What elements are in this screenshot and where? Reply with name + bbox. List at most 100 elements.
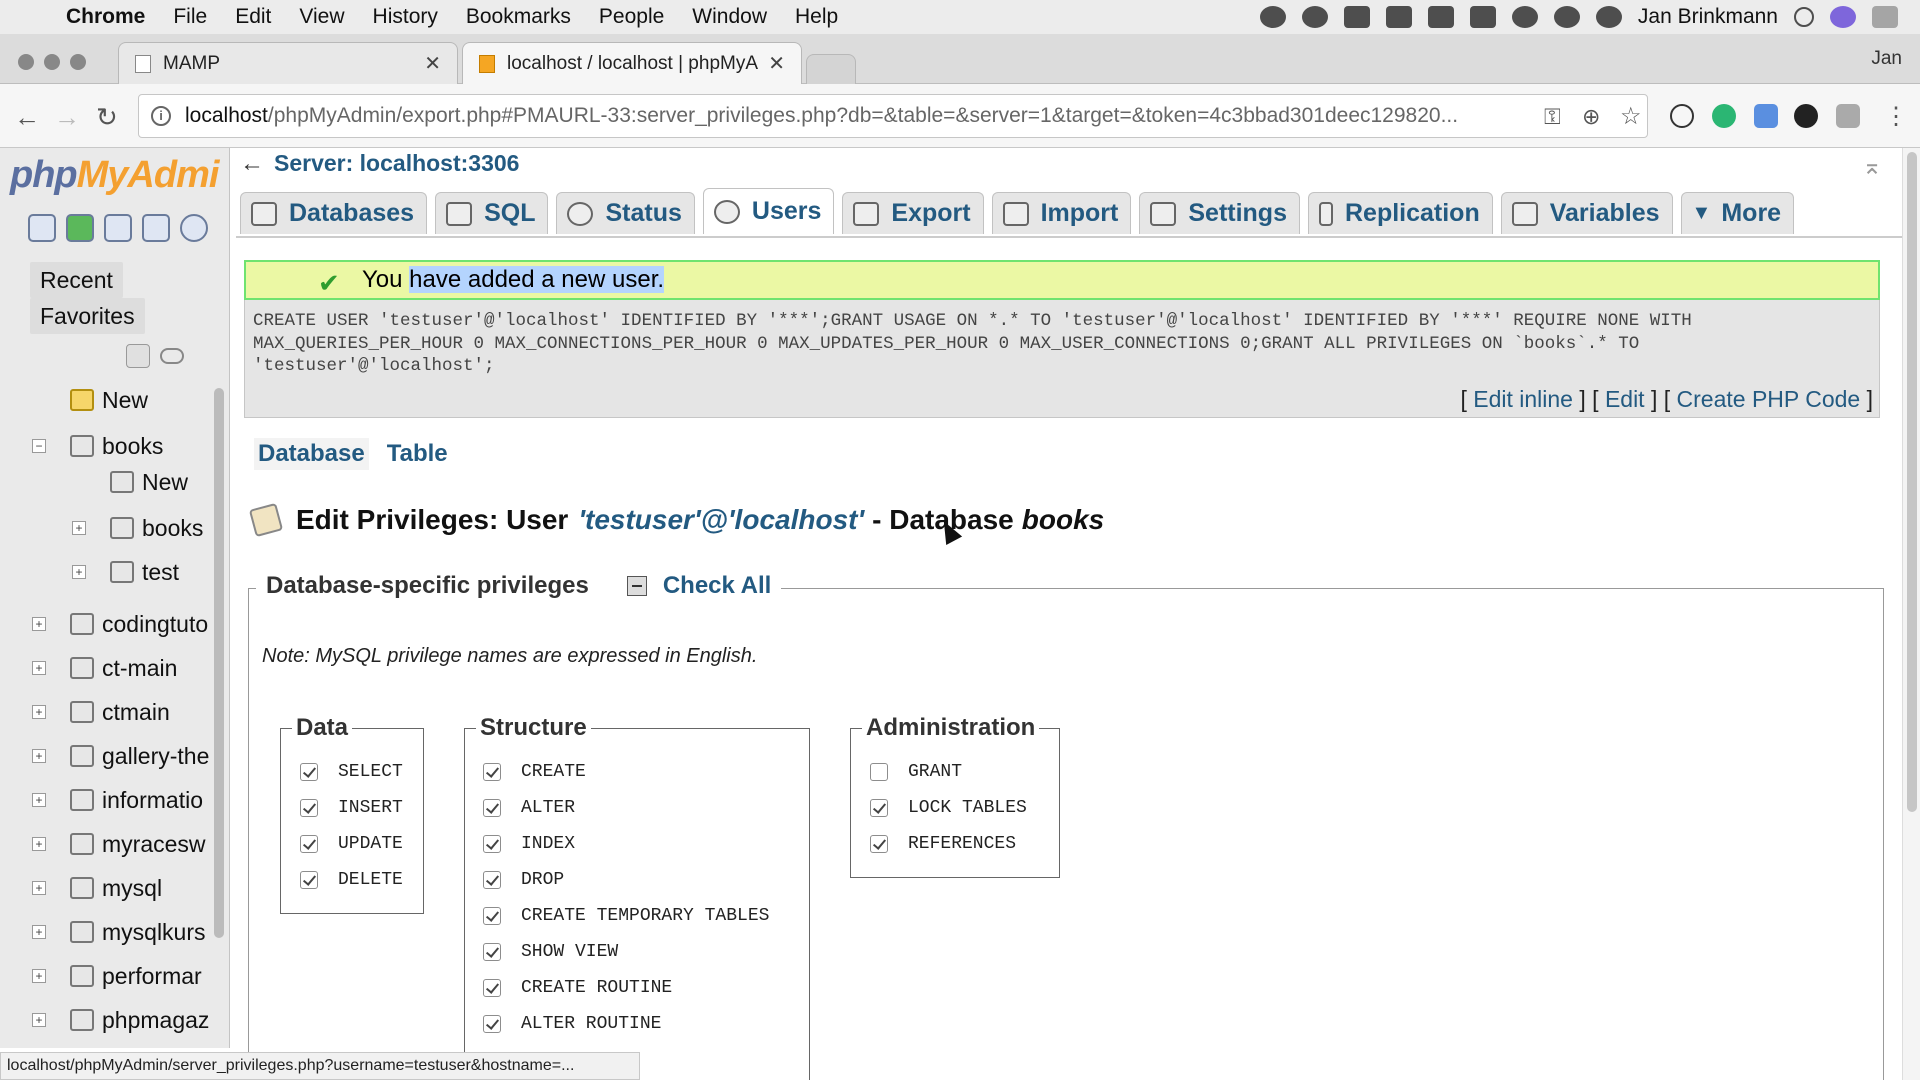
expand-icon[interactable]: + [32,969,46,983]
check-all-checkbox[interactable] [626,576,647,596]
tree-item-books[interactable]: − books [0,428,214,464]
tab-users[interactable]: Users [702,188,835,234]
privilege-create-temporary-tables[interactable]: CREATE TEMPORARY TABLES [483,906,769,926]
tree-item-new[interactable]: New [0,382,214,418]
calendar-icon[interactable] [1385,6,1412,28]
privilege-index[interactable]: INDEX [483,834,575,854]
help-icon[interactable] [104,214,132,242]
tab-settings[interactable]: Settings [1139,192,1300,234]
privilege-update[interactable]: UPDATE [300,834,403,854]
tree-item-ct-main[interactable]: + ct-main [0,650,214,686]
leaf-icon[interactable] [1511,6,1538,28]
reload-navigation-icon[interactable] [180,214,208,242]
main-scrollbar[interactable] [1902,148,1920,1080]
dropbox-icon[interactable] [1343,6,1370,28]
browser-tab-phpmyadmin[interactable]: localhost / localhost | phpMyAd ✕ [462,42,802,84]
menu-window[interactable]: Window [692,5,767,29]
privilege-create-routine[interactable]: CREATE ROUTINE [483,978,672,998]
privilege-checkbox[interactable] [870,763,888,781]
privilege-checkbox[interactable] [870,799,888,817]
phpmyadmin-logo[interactable]: phpMyAdmi [10,154,219,197]
collapse-icon[interactable]: − [32,439,46,453]
extension-m-icon[interactable] [1712,104,1736,128]
messages-icon[interactable] [1553,6,1580,28]
privilege-select[interactable]: SELECT [300,762,403,782]
tree-item-ctmain[interactable]: + ctmain [0,694,214,730]
privilege-checkbox[interactable] [483,871,501,889]
privilege-checkbox[interactable] [483,979,501,997]
tab-more[interactable]: ▼ More [1680,192,1795,234]
window-zoom-button[interactable] [70,54,86,70]
info-icon[interactable]: i [151,106,171,126]
expand-icon[interactable]: + [32,617,46,631]
sidebar-favorites[interactable]: Favorites [30,298,145,334]
back-arrow-icon[interactable]: ← [240,150,264,178]
home-icon[interactable] [28,214,56,242]
tree-item-codingtuto[interactable]: + codingtuto [0,606,214,642]
menu-user-name[interactable]: Jan Brinkmann [1638,5,1778,29]
expand-icon[interactable]: + [32,793,46,807]
expand-icon[interactable]: + [32,1013,46,1027]
collapse-top-icon[interactable]: ⌅ [1862,152,1882,181]
tree-item-phpmagaz[interactable]: + phpmagaz [0,1002,214,1038]
tree-item-information[interactable]: + informatio [0,782,214,818]
expand-icon[interactable]: + [32,661,46,675]
reload-icon[interactable]: ↻ [96,102,118,133]
zoom-icon[interactable]: ⊕ [1582,104,1600,130]
1password-icon[interactable] [1301,6,1328,28]
forward-arrow-icon[interactable]: → [54,102,80,133]
sidebar-recent[interactable]: Recent [30,262,123,298]
menu-history[interactable]: History [373,5,438,29]
privilege-show-view[interactable]: SHOW VIEW [483,942,618,962]
privilege-checkbox[interactable] [300,799,318,817]
menu-app-name[interactable]: Chrome [66,5,145,29]
privilege-checkbox[interactable] [483,1015,501,1033]
privilege-create[interactable]: CREATE [483,762,586,782]
tab-status[interactable]: Status [556,192,695,234]
server-breadcrumb[interactable]: Server: localhost:3306 [274,150,519,177]
expand-icon[interactable]: + [72,565,86,579]
edit-inline-link[interactable]: Edit inline [1473,386,1573,412]
profile-label[interactable]: Jan [1871,48,1902,70]
privilege-delete[interactable]: DELETE [300,870,403,890]
window-close-button[interactable] [18,54,34,70]
collapse-all-icon[interactable] [126,344,150,368]
tree-item-performance[interactable]: + performar [0,958,214,994]
siri-icon[interactable] [1830,6,1856,28]
privilege-checkbox[interactable] [483,943,501,961]
bookmark-star-icon[interactable]: ☆ [1620,102,1642,131]
privilege-checkbox[interactable] [483,763,501,781]
tree-item-mysql[interactable]: + mysql [0,870,214,906]
heading-user-link[interactable]: 'testuser'@'localhost' [578,504,864,536]
create-php-code-link[interactable]: Create PHP Code [1677,386,1861,412]
privilege-lock-tables[interactable]: LOCK TABLES [870,798,1027,818]
1password-extension-icon[interactable] [1670,104,1694,128]
tab-variables[interactable]: Variables [1500,192,1673,234]
expand-icon[interactable]: + [32,925,46,939]
extension-translate-icon[interactable] [1754,104,1778,128]
extension-devtools-icon[interactable] [1836,104,1860,128]
menu-view[interactable]: View [299,5,344,29]
new-tab-button[interactable] [806,54,856,84]
privilege-alter-routine[interactable]: ALTER ROUTINE [483,1014,661,1034]
tab-import[interactable]: Import [991,192,1132,234]
subnav-table[interactable]: Table [383,438,452,470]
privilege-checkbox[interactable] [483,907,501,925]
menu-help[interactable]: Help [795,5,838,29]
privilege-checkbox[interactable] [300,871,318,889]
tree-item-mysqlkurs[interactable]: + mysqlkurs [0,914,214,950]
expand-icon[interactable]: + [32,749,46,763]
privilege-insert[interactable]: INSERT [300,798,403,818]
check-all-label[interactable]: Check All [663,572,771,600]
main-scrollbar-thumb[interactable] [1907,152,1917,812]
extension-bird-icon[interactable] [1794,104,1818,128]
tree-item-books-new[interactable]: New [0,464,214,500]
key-icon[interactable]: ⚿ [1544,104,1561,130]
tree-item-table-test[interactable]: + test [0,554,214,590]
privilege-alter[interactable]: ALTER [483,798,575,818]
privilege-checkbox[interactable] [483,835,501,853]
link-with-main-panel-icon[interactable] [160,348,184,364]
notification-icon[interactable] [1872,6,1898,28]
tab-export[interactable]: Export [842,192,984,234]
expand-icon[interactable]: + [32,705,46,719]
